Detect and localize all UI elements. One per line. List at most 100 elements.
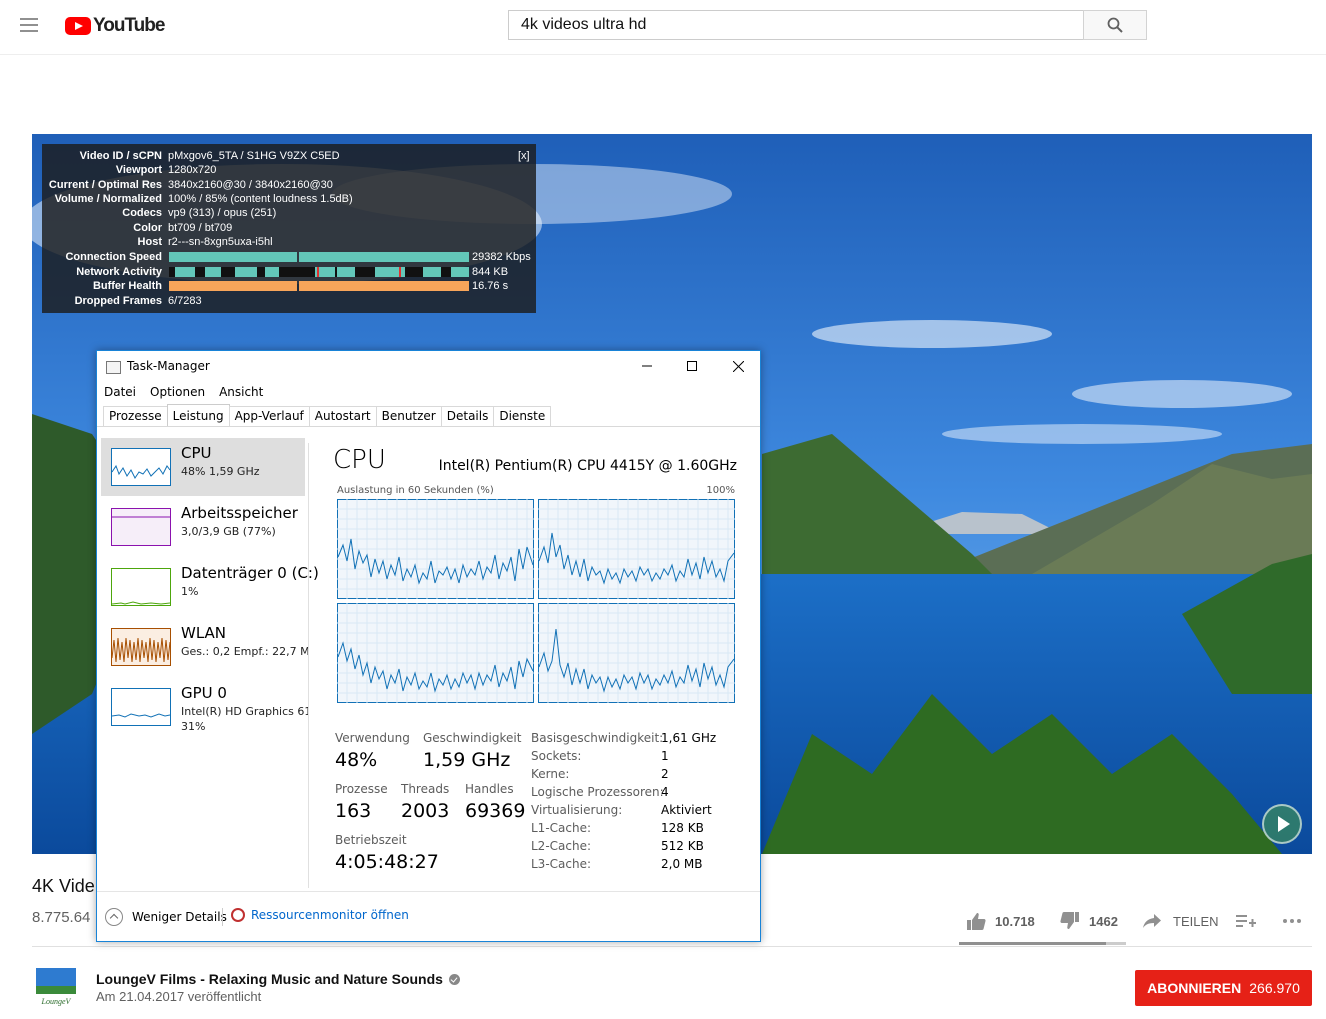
task-manager-app-icon (106, 361, 121, 374)
tab-services[interactable]: Dienste (493, 406, 552, 426)
processes-value: 163 (335, 800, 372, 822)
sidebar-subtitle: Ges.: 0,2 Empf.: 22,7 MB (181, 645, 309, 658)
tab-app-history[interactable]: App-Verlauf (228, 406, 310, 426)
maximize-icon (687, 361, 697, 371)
search-input[interactable]: 4k videos ultra hd (508, 10, 1084, 40)
thumbs-up-icon (967, 913, 986, 930)
processes-label: Prozesse (335, 782, 388, 796)
menu-file[interactable]: Datei (97, 382, 143, 402)
stats-row: Dropped Frames 6/7283 (42, 294, 536, 308)
detail-label: L1-Cache: (531, 821, 592, 835)
stats-label: Color (133, 222, 162, 234)
stats-row: Network Activity 844 KB (42, 265, 536, 279)
cpu-model: Intel(R) Pentium(R) CPU 4415Y @ 1.60GHz (438, 458, 737, 474)
menu-options[interactable]: Optionen (143, 382, 212, 402)
search-button[interactable] (1083, 10, 1147, 40)
verified-icon (448, 974, 460, 985)
fewer-details-button[interactable]: Weniger Details (105, 908, 227, 926)
youtube-logo[interactable]: YouTube (65, 15, 165, 37)
window-title: Task-Manager (127, 359, 210, 373)
menu-view[interactable]: Ansicht (212, 382, 270, 402)
more-actions-button[interactable] (1282, 910, 1302, 932)
resource-monitor-icon (231, 908, 245, 922)
sidebar-title: GPU 0 (181, 684, 227, 702)
share-button[interactable]: TEILEN (1143, 910, 1219, 932)
network-activity-bar (169, 267, 469, 277)
stats-label: Network Activity (76, 266, 162, 278)
stats-value: 29382 Kbps (472, 251, 531, 263)
task-manager-window: Task-Manager Datei Optionen Ansicht Proz… (96, 350, 761, 942)
stats-label: Host (137, 236, 162, 248)
core-graph-4 (538, 603, 735, 703)
sidebar-divider (308, 443, 309, 888)
stats-label: Current / Optimal Res (48, 179, 162, 191)
fewer-details-label: Weniger Details (132, 910, 227, 924)
more-horizontal-icon (1283, 919, 1301, 923)
stats-value: r2---sn-8xgn5uxa-i5hl (168, 236, 273, 248)
sidebar-title: Arbeitsspeicher (181, 504, 298, 522)
tab-performance[interactable]: Leistung (166, 404, 230, 427)
publish-date: Am 21.04.2017 veröffentlicht (96, 989, 262, 1004)
minimize-button[interactable] (624, 351, 670, 381)
next-video-icon[interactable] (1262, 804, 1302, 844)
tab-divider (97, 426, 760, 427)
stats-row: Viewport 1280x720 (42, 163, 536, 177)
tab-strip: Prozesse Leistung App-Verlauf Autostart … (103, 404, 552, 427)
stats-label: Connection Speed (65, 251, 162, 263)
title-bar[interactable]: Task-Manager (97, 351, 760, 381)
sidebar-item-memory[interactable]: Arbeitsspeicher 3,0/3,9 GB (77%) (101, 498, 305, 556)
dislike-count: 1462 (1089, 913, 1118, 929)
stats-for-nerds-panel: [x] Video ID / sCPN pMxgov6_5TA / S1HG V9… (42, 144, 536, 313)
tab-startup[interactable]: Autostart (308, 406, 377, 426)
detail-value: 512 KB (661, 839, 704, 853)
logo-text: YouTube (93, 15, 165, 36)
like-count: 10.718 (995, 913, 1035, 929)
disk-mini-graph (111, 568, 171, 606)
stats-row: Buffer Health 16.76 s (42, 279, 536, 293)
resource-monitor-link[interactable]: Ressourcenmonitor öffnen (231, 908, 409, 922)
graph-max-label: 100% (706, 485, 735, 496)
handles-label: Handles (465, 782, 514, 796)
avatar-text: LoungeV (41, 997, 72, 1006)
sidebar-subtitle-2: 31% (181, 720, 206, 733)
like-button[interactable]: 10.718 (966, 910, 1035, 932)
add-to-playlist-button[interactable] (1236, 910, 1256, 932)
divider (32, 946, 1312, 947)
stats-label: Buffer Health (92, 280, 162, 292)
stats-row: Color bt709 / bt709 (42, 221, 536, 235)
subscribe-button[interactable]: ABONNIEREN 266.970 (1135, 970, 1312, 1006)
stats-value: 16.76 s (472, 280, 509, 292)
connection-speed-bar (169, 252, 469, 262)
sidebar-item-cpu[interactable]: CPU 48% 1,59 GHz (101, 438, 305, 496)
dislike-button[interactable]: 1462 (1060, 910, 1118, 932)
detail-value: 128 KB (661, 821, 704, 835)
sidebar-item-gpu[interactable]: GPU 0 Intel(R) HD Graphics 615 31% (101, 678, 309, 736)
memory-mini-graph (111, 508, 171, 546)
menu-icon[interactable] (20, 18, 38, 32)
tab-details[interactable]: Details (440, 406, 495, 426)
tab-users[interactable]: Benutzer (375, 406, 442, 426)
subscriber-count: 266.970 (1249, 980, 1300, 996)
detail-label: Sockets: (531, 749, 582, 763)
sidebar-title: Datenträger 0 (C:) (181, 564, 319, 582)
core-graph-2 (538, 499, 735, 599)
sidebar-item-disk[interactable]: Datenträger 0 (C:) 1% (101, 558, 319, 616)
maximize-button[interactable] (669, 351, 715, 381)
sidebar-subtitle: 48% 1,59 GHz (181, 465, 260, 478)
stats-label: Viewport (115, 164, 162, 176)
minimize-icon (642, 365, 652, 367)
channel-avatar[interactable]: LoungeV (36, 968, 76, 1008)
threads-label: Threads (401, 782, 450, 796)
stats-value: 3840x2160@30 / 3840x2160@30 (168, 179, 333, 191)
sidebar-item-wifi[interactable]: WLAN Ges.: 0,2 Empf.: 22,7 MB (101, 618, 309, 676)
cpu-heading: CPU (333, 445, 386, 475)
stats-row: Volume / Normalized 100% / 85% (content l… (42, 192, 536, 206)
gpu-mini-graph (111, 688, 171, 726)
close-button[interactable] (715, 351, 761, 381)
channel-name[interactable]: LoungeV Films - Relaxing Music and Natur… (96, 971, 460, 987)
channel-name-text: LoungeV Films - Relaxing Music and Natur… (96, 971, 443, 987)
threads-value: 2003 (401, 800, 450, 822)
tab-processes[interactable]: Prozesse (103, 406, 168, 426)
playlist-add-icon (1236, 915, 1256, 927)
stats-row: Video ID / sCPN pMxgov6_5TA / S1HG V9ZX C… (42, 149, 536, 163)
